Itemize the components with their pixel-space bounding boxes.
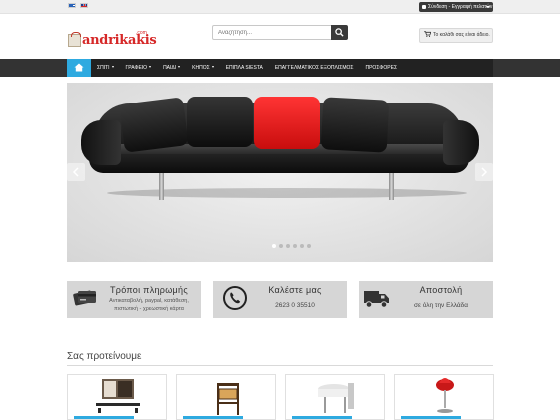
slide-sofa-image — [67, 83, 493, 262]
section-title-recommended: Σας προτείνουμε — [67, 351, 142, 362]
slider-dot[interactable] — [307, 244, 311, 248]
feature-phone-number: 2623 0 35510 — [275, 302, 315, 309]
cart-button[interactable]: Το καλάθι σας είναι άδειο. — [419, 28, 493, 43]
flag-gr-icon[interactable] — [68, 3, 76, 8]
feature-payment[interactable]: Τρόποι πληρωμής Αντικαταβολή, paypal, κα… — [67, 281, 201, 318]
sofa-arm-right — [443, 120, 479, 165]
nav-item-label: ΠΑΙΔΙ — [163, 65, 177, 71]
product-card[interactable] — [67, 374, 167, 420]
chevron-right-icon — [481, 167, 488, 177]
slider-dot[interactable] — [279, 244, 283, 248]
cart-status-label: Το καλάθι σας είναι άδειο. — [433, 32, 490, 38]
nav-item-label: ΓΡΑΦΕΙΟ — [125, 65, 148, 71]
section-divider — [67, 365, 493, 366]
nav-menu: ΣΠΙΤΙ ΓΡΑΦΕΙΟ ΠΑΙΔΙ ΚΗΠΟΣ ΕΠΙΠΛΑ SIESTA … — [67, 59, 493, 77]
shopping-cart-icon — [424, 31, 432, 37]
feature-title: Αποστολή — [419, 285, 463, 295]
user-icon — [422, 4, 426, 9]
sofa-leg — [159, 172, 164, 200]
logo-suffix: .com — [136, 30, 147, 36]
search-button[interactable] — [331, 25, 348, 40]
nav-item-label: ΕΠΑΓΓΕΛΜΑΤΙΚΟΣ ΕΞΟΠΛΙΣΜΟΣ — [274, 65, 354, 71]
feature-description: σε όλη την Ελλάδα — [414, 302, 468, 309]
product-image — [436, 378, 454, 413]
chevron-down-icon — [486, 6, 490, 8]
feature-call-us[interactable]: Καλέστε μας 2623 0 35510 — [213, 281, 347, 318]
product-image — [96, 379, 140, 413]
feature-title: Καλέστε μας — [268, 285, 322, 295]
product-card[interactable] — [394, 374, 494, 420]
search-icon — [335, 28, 344, 37]
slider-dot[interactable] — [286, 244, 290, 248]
nav-item-label: ΠΡΟΣΦΟΡΕΣ — [365, 65, 398, 71]
pillow-red — [254, 97, 320, 149]
login-register-label: Σύνδεση - Εγγραφή πελατών — [428, 4, 493, 10]
credit-card-icon — [73, 290, 96, 306]
product-title-link[interactable] — [183, 416, 243, 419]
nav-item-offers[interactable]: ΠΡΟΣΦΟΡΕΣ — [359, 65, 403, 71]
slider-dot[interactable] — [272, 244, 276, 248]
nav-item-professional[interactable]: ΕΠΑΓΓΕΛΜΑΤΙΚΟΣ ΕΞΟΠΛΙΣΜΟΣ — [269, 65, 360, 71]
product-card[interactable] — [285, 374, 385, 420]
chevron-left-icon — [72, 167, 79, 177]
logo-chair-icon — [68, 32, 81, 47]
chevron-down-icon — [149, 66, 152, 68]
phone-icon — [223, 286, 247, 310]
feature-shipping[interactable]: Αποστολή σε όλη την Ελλάδα — [359, 281, 493, 318]
flag-gb-icon[interactable] — [80, 3, 88, 8]
feature-description: Αντικαταβολή, paypal, κατάθεση, πιστωτικ… — [109, 298, 189, 312]
truck-icon — [364, 291, 389, 308]
main-navbar: ΣΠΙΤΙ ΓΡΑΦΕΙΟ ΠΑΙΔΙ ΚΗΠΟΣ ΕΠΙΠΛΑ SIESTA … — [0, 59, 560, 77]
product-title-link[interactable] — [74, 416, 134, 419]
chevron-down-icon — [111, 66, 114, 68]
feature-title: Τρόποι πληρωμής — [110, 285, 188, 295]
site-logo[interactable]: andrikakis .com — [66, 28, 157, 52]
pillow-black — [119, 97, 189, 153]
sofa-leg — [389, 172, 394, 200]
pillow-black — [320, 97, 390, 153]
pillow-black — [187, 97, 253, 147]
top-utility-bar: Σύνδεση - Εγγραφή πελατών — [0, 0, 560, 14]
product-title-link[interactable] — [292, 416, 352, 419]
slider-next-button[interactable] — [475, 163, 493, 181]
login-register-button[interactable]: Σύνδεση - Εγγραφή πελατών — [419, 2, 493, 12]
nav-item-kids[interactable]: ΠΑΙΔΙ — [157, 65, 186, 71]
product-card[interactable] — [176, 374, 276, 420]
sofa-arm-left — [81, 120, 121, 165]
home-button[interactable] — [67, 59, 91, 77]
slider-indicators — [272, 244, 311, 248]
nav-item-label: ΕΠΙΠΛΑ SIESTA — [225, 65, 263, 71]
hero-slider[interactable] — [67, 83, 493, 262]
nav-item-garden[interactable]: ΚΗΠΟΣ — [186, 65, 220, 71]
product-title-link[interactable] — [401, 416, 461, 419]
search-input[interactable] — [212, 25, 332, 40]
nav-item-label: ΣΠΙΤΙ — [97, 65, 110, 71]
nav-item-label: ΚΗΠΟΣ — [192, 65, 210, 71]
nav-item-siesta[interactable]: ΕΠΙΠΛΑ SIESTA — [220, 65, 269, 71]
chevron-down-icon — [211, 66, 214, 68]
nav-item-office[interactable]: ΓΡΑΦΕΙΟ — [120, 65, 158, 71]
nav-item-home[interactable]: ΣΠΙΤΙ — [91, 65, 120, 71]
slider-prev-button[interactable] — [67, 163, 85, 181]
product-image — [318, 383, 354, 413]
chevron-down-icon — [178, 66, 181, 68]
product-image — [217, 383, 239, 415]
home-icon — [74, 63, 84, 72]
slider-dot[interactable] — [293, 244, 297, 248]
slider-dot[interactable] — [300, 244, 304, 248]
